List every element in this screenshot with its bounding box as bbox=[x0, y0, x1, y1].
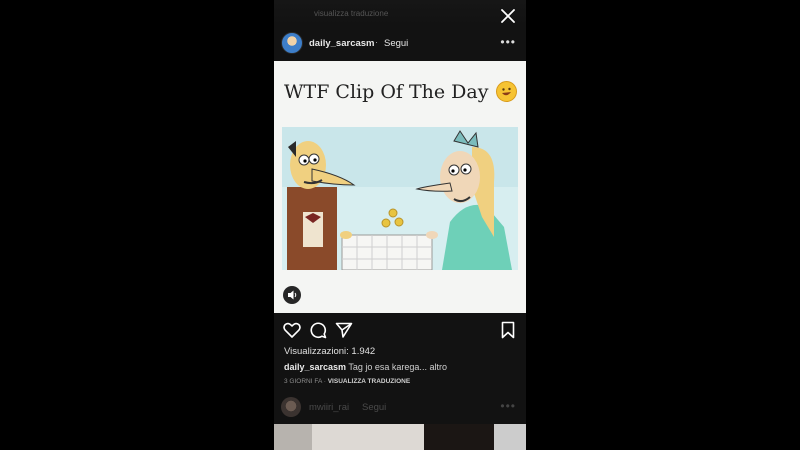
bookmark-icon[interactable] bbox=[498, 320, 518, 340]
media-title: WTF Clip Of The Day bbox=[284, 81, 489, 103]
time-ago: 3 GIORNI FA bbox=[284, 378, 322, 385]
post-video[interactable]: WTF Clip Of The Day bbox=[274, 61, 526, 313]
caption-username[interactable]: daily_sarcasm bbox=[284, 362, 346, 372]
view-count[interactable]: Visualizzazioni: 1.942 bbox=[284, 346, 375, 357]
caption: daily_sarcasm Tag jo esa karega... altro bbox=[284, 362, 447, 372]
laughing-emoji-icon bbox=[496, 81, 517, 102]
post-meta: 3 GIORNI FA · VISUALIZZA TRADUZIONE bbox=[284, 378, 410, 385]
mute-icon[interactable] bbox=[283, 286, 301, 304]
next-post-header: mwiiri_rai Segui ••• bbox=[274, 394, 526, 420]
caption-text[interactable]: Tag jo esa karega... altro bbox=[348, 362, 447, 372]
cartoon-image bbox=[282, 127, 518, 270]
comment-icon[interactable] bbox=[308, 320, 328, 340]
next-username[interactable]: mwiiri_rai bbox=[309, 402, 349, 413]
share-icon[interactable] bbox=[334, 320, 354, 340]
separator-dot: · bbox=[375, 37, 379, 48]
next-follow-button[interactable]: Segui bbox=[362, 402, 386, 413]
faded-text: visualizza traduzione bbox=[314, 9, 389, 18]
post-actions bbox=[274, 318, 526, 342]
translate-link[interactable]: VISUALIZZA TRADUZIONE bbox=[328, 378, 410, 385]
more-icon[interactable]: ••• bbox=[500, 35, 516, 49]
avatar[interactable] bbox=[281, 32, 303, 54]
like-icon[interactable] bbox=[282, 320, 302, 340]
previous-post-fade: visualizza traduzione bbox=[274, 0, 526, 26]
woman-head bbox=[440, 151, 480, 203]
follow-button[interactable]: Segui bbox=[384, 38, 408, 49]
username[interactable]: daily_sarcasm bbox=[309, 38, 375, 49]
next-avatar[interactable] bbox=[281, 397, 301, 417]
post-header: daily_sarcasm · Segui ••• bbox=[274, 30, 526, 56]
next-more-icon[interactable]: ••• bbox=[500, 399, 516, 413]
story-viewer: visualizza traduzione daily_sarcasm · Se… bbox=[274, 0, 526, 450]
close-icon[interactable] bbox=[498, 6, 518, 26]
next-post-media[interactable] bbox=[274, 424, 526, 450]
